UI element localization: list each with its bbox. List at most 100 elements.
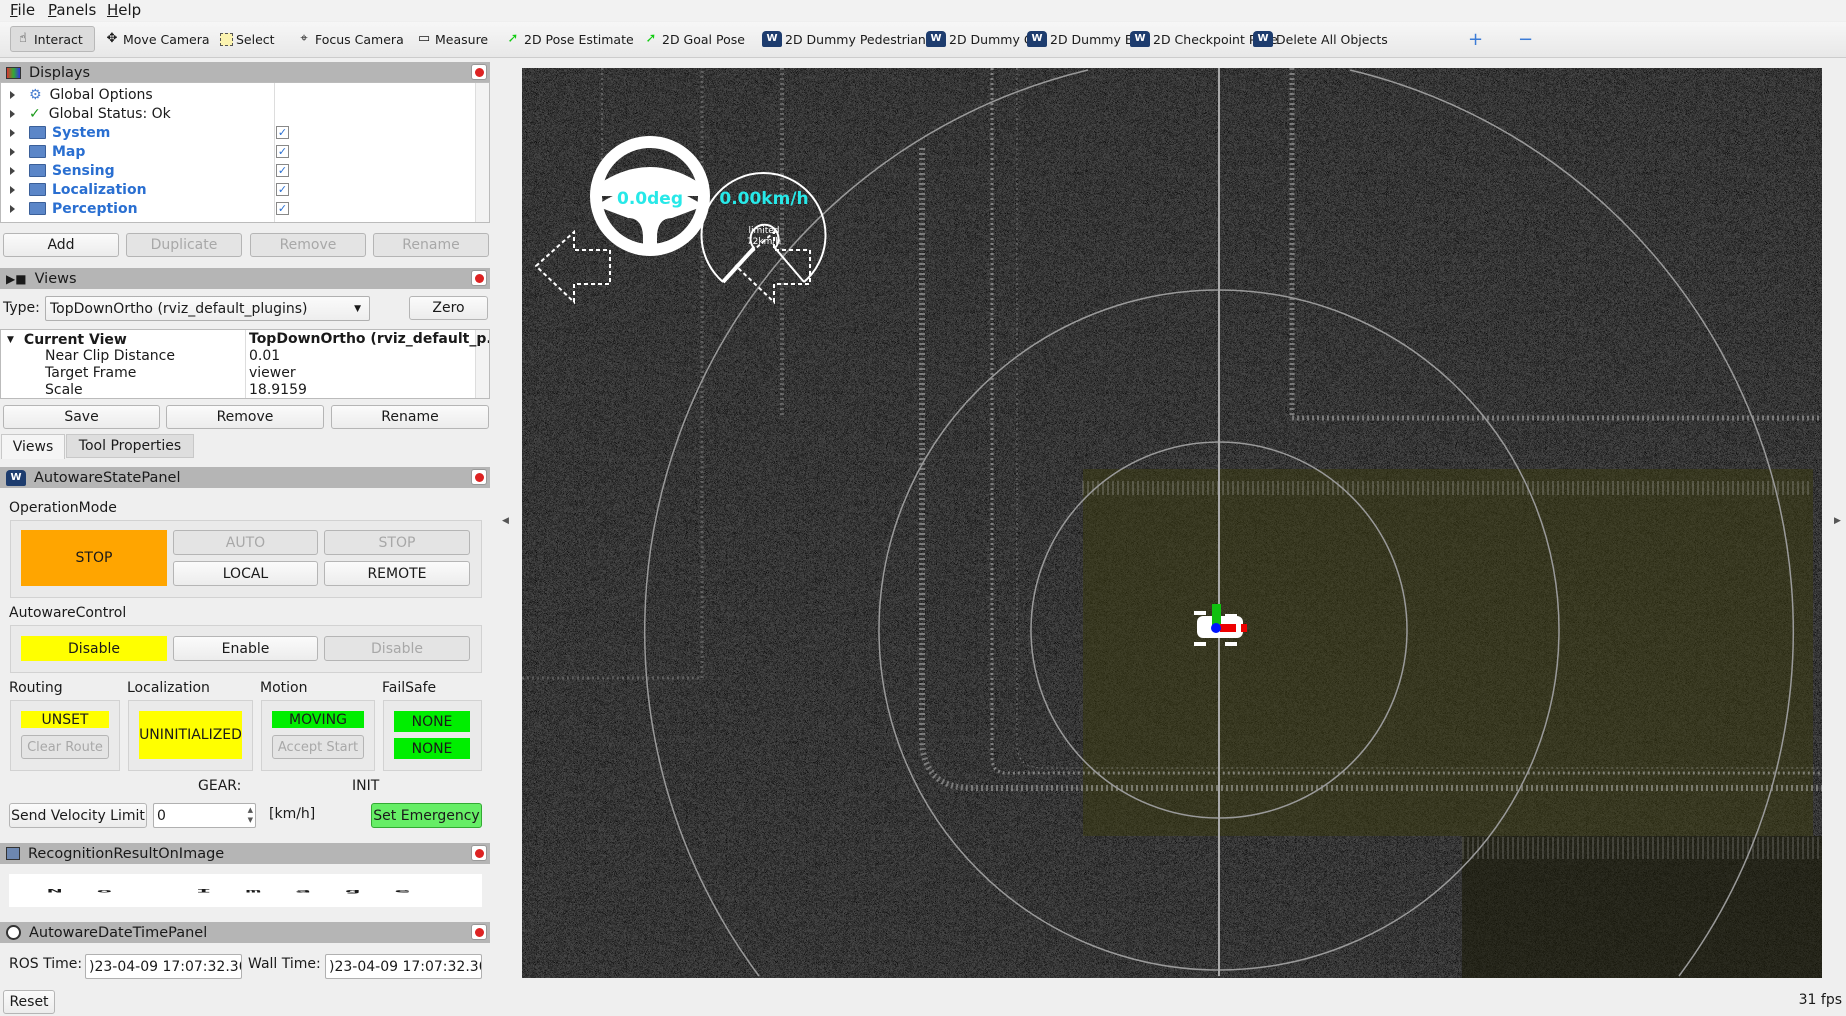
local-button[interactable]: LOCAL [173, 561, 318, 586]
disable-button[interactable]: Disable [324, 636, 470, 661]
menu-file[interactable]: File [10, 1, 35, 19]
views-header: ▶■ Views [0, 268, 490, 289]
view-type-select[interactable]: TopDownOrtho (rviz_default_plugins) ▼ [45, 296, 370, 321]
checkbox-localization[interactable]: ✓ [276, 183, 289, 196]
tree-item-global-status[interactable]: ✓ Global Status: Ok [1, 104, 171, 123]
input-value: 0 [157, 807, 166, 824]
tab-tool-properties[interactable]: Tool Properties [66, 434, 194, 458]
folder-icon [29, 183, 46, 196]
collapse-left-icon[interactable]: ◀ [502, 516, 509, 526]
routing-label: Routing [9, 680, 63, 696]
zero-button[interactable]: Zero [409, 296, 488, 320]
close-icon[interactable] [471, 845, 487, 861]
tool-2d-dummy-pedestrian[interactable]: W 2D Dummy Pedestrian [758, 26, 930, 52]
tool-focus-camera[interactable]: ⌖ Focus Camera [292, 26, 408, 52]
prop-value[interactable]: viewer [249, 365, 296, 381]
speed-value: 0.00km/h [719, 189, 808, 209]
tool-select[interactable]: Select [216, 26, 279, 52]
clock-icon [6, 925, 21, 940]
folder-icon [29, 164, 46, 177]
drivable-area [1083, 469, 1813, 836]
checkbox-map[interactable]: ✓ [276, 145, 289, 158]
checkbox-system[interactable]: ✓ [276, 126, 289, 139]
remove-view-button[interactable]: Remove [166, 405, 324, 429]
localization-status: UNINITIALIZED [139, 711, 242, 759]
camera-icon: ▶■ [6, 271, 27, 286]
tree-item-localization[interactable]: Localization [1, 180, 147, 199]
item-label: Global Options [49, 86, 153, 103]
menu-panels[interactable]: Panels [48, 1, 96, 19]
tree-item-map[interactable]: Map [1, 142, 85, 161]
green-arrow-icon: ➚ [507, 31, 519, 46]
close-icon[interactable] [471, 924, 487, 940]
remove-tool-button[interactable]: − [1514, 26, 1537, 52]
ros-time-field[interactable]: )23-04-09 17:07:32.305 [85, 954, 242, 979]
speed-limit-label: limited [748, 226, 779, 236]
displays-header: Displays [0, 62, 490, 83]
tool-label: Measure [435, 31, 489, 47]
autoware-icon: W [1253, 31, 1273, 47]
tool-label: 2D Goal Pose [662, 31, 745, 47]
tool-2d-pose-estimate[interactable]: ➚ 2D Pose Estimate [501, 26, 638, 52]
remove-display-button[interactable]: Remove [250, 233, 366, 257]
autoware-icon: W [926, 31, 946, 47]
tool-delete-all-objects[interactable]: W Delete All Objects [1249, 26, 1392, 52]
tool-move-camera[interactable]: ✥ Move Camera [100, 26, 214, 52]
tree-item-sensing[interactable]: Sensing [1, 161, 115, 180]
send-velocity-limit-button[interactable]: Send Velocity Limit [9, 803, 147, 828]
collapse-right-icon[interactable]: ▶ [1834, 516, 1841, 526]
close-icon[interactable] [471, 64, 487, 80]
tree-item-system[interactable]: System [1, 123, 110, 142]
hand-icon: ☝ [19, 31, 27, 46]
set-emergency-button[interactable]: Set Emergency [371, 803, 482, 828]
auto-button[interactable]: AUTO [173, 530, 318, 555]
tool-label: Move Camera [123, 31, 210, 47]
stop-button[interactable]: STOP [324, 530, 470, 555]
item-label: Global Status: Ok [48, 105, 171, 122]
current-view-row[interactable]: ▼ Current View [7, 330, 127, 349]
close-icon[interactable] [471, 270, 487, 286]
rename-view-button[interactable]: Rename [331, 405, 489, 429]
scrollbar[interactable] [475, 83, 489, 222]
velocity-unit-label: [km/h] [269, 806, 316, 822]
tree-item-global-options[interactable]: ⚙ Global Options [1, 85, 153, 104]
tree-item-perception[interactable]: Perception [1, 199, 138, 218]
duplicate-button[interactable]: Duplicate [126, 233, 242, 257]
wall-time-field[interactable]: )23-04-09 17:07:32.305 [325, 954, 482, 979]
rename-display-button[interactable]: Rename [373, 233, 489, 257]
prop-value[interactable]: 18.9159 [249, 382, 307, 398]
autoware-icon: W [6, 469, 26, 486]
panel-title: AutowareStatePanel [34, 469, 181, 486]
close-icon[interactable] [471, 469, 487, 485]
motion-status: MOVING [272, 711, 364, 728]
checkbox-perception[interactable]: ✓ [276, 202, 289, 215]
recognition-header: RecognitionResultOnImage [0, 843, 490, 864]
velocity-limit-input[interactable]: 0 ▲ ▼ [153, 803, 256, 828]
tool-2d-goal-pose[interactable]: ➚ 2D Goal Pose [639, 26, 749, 52]
routing-status: UNSET [21, 711, 109, 728]
steering-angle: 0.0deg [617, 189, 683, 209]
prop-value[interactable]: 0.01 [249, 348, 280, 364]
autoware-icon: W [1130, 31, 1150, 47]
failsafe-status-1: NONE [394, 711, 470, 732]
tool-label: Focus Camera [315, 31, 404, 47]
tool-interact[interactable]: ☝ Interact [10, 26, 95, 52]
menu-help[interactable]: Help [107, 1, 141, 19]
autoware-icon: W [762, 31, 782, 47]
remote-button[interactable]: REMOTE [324, 561, 470, 586]
save-view-button[interactable]: Save [3, 405, 160, 429]
clear-route-button[interactable]: Clear Route [21, 735, 109, 759]
checkbox-sensing[interactable]: ✓ [276, 164, 289, 177]
enable-button[interactable]: Enable [173, 636, 318, 661]
tab-views[interactable]: Views [1, 434, 65, 459]
select-value: TopDownOrtho (rviz_default_plugins) [50, 300, 308, 317]
add-tool-button[interactable]: + [1464, 26, 1487, 52]
autoware-state-header: W AutowareStatePanel [0, 467, 490, 488]
add-display-button[interactable]: Add [3, 233, 119, 257]
spinner-arrows-icon[interactable]: ▲ ▼ [248, 805, 253, 825]
accept-start-button[interactable]: Accept Start [272, 735, 364, 759]
prop-name: Current View [23, 331, 127, 348]
tool-measure[interactable]: ▭ Measure [412, 26, 492, 52]
3d-viewport[interactable]: 0.0deg 0.00km/h limited 72km/h [522, 68, 1822, 978]
reset-button[interactable]: Reset [3, 990, 55, 1014]
